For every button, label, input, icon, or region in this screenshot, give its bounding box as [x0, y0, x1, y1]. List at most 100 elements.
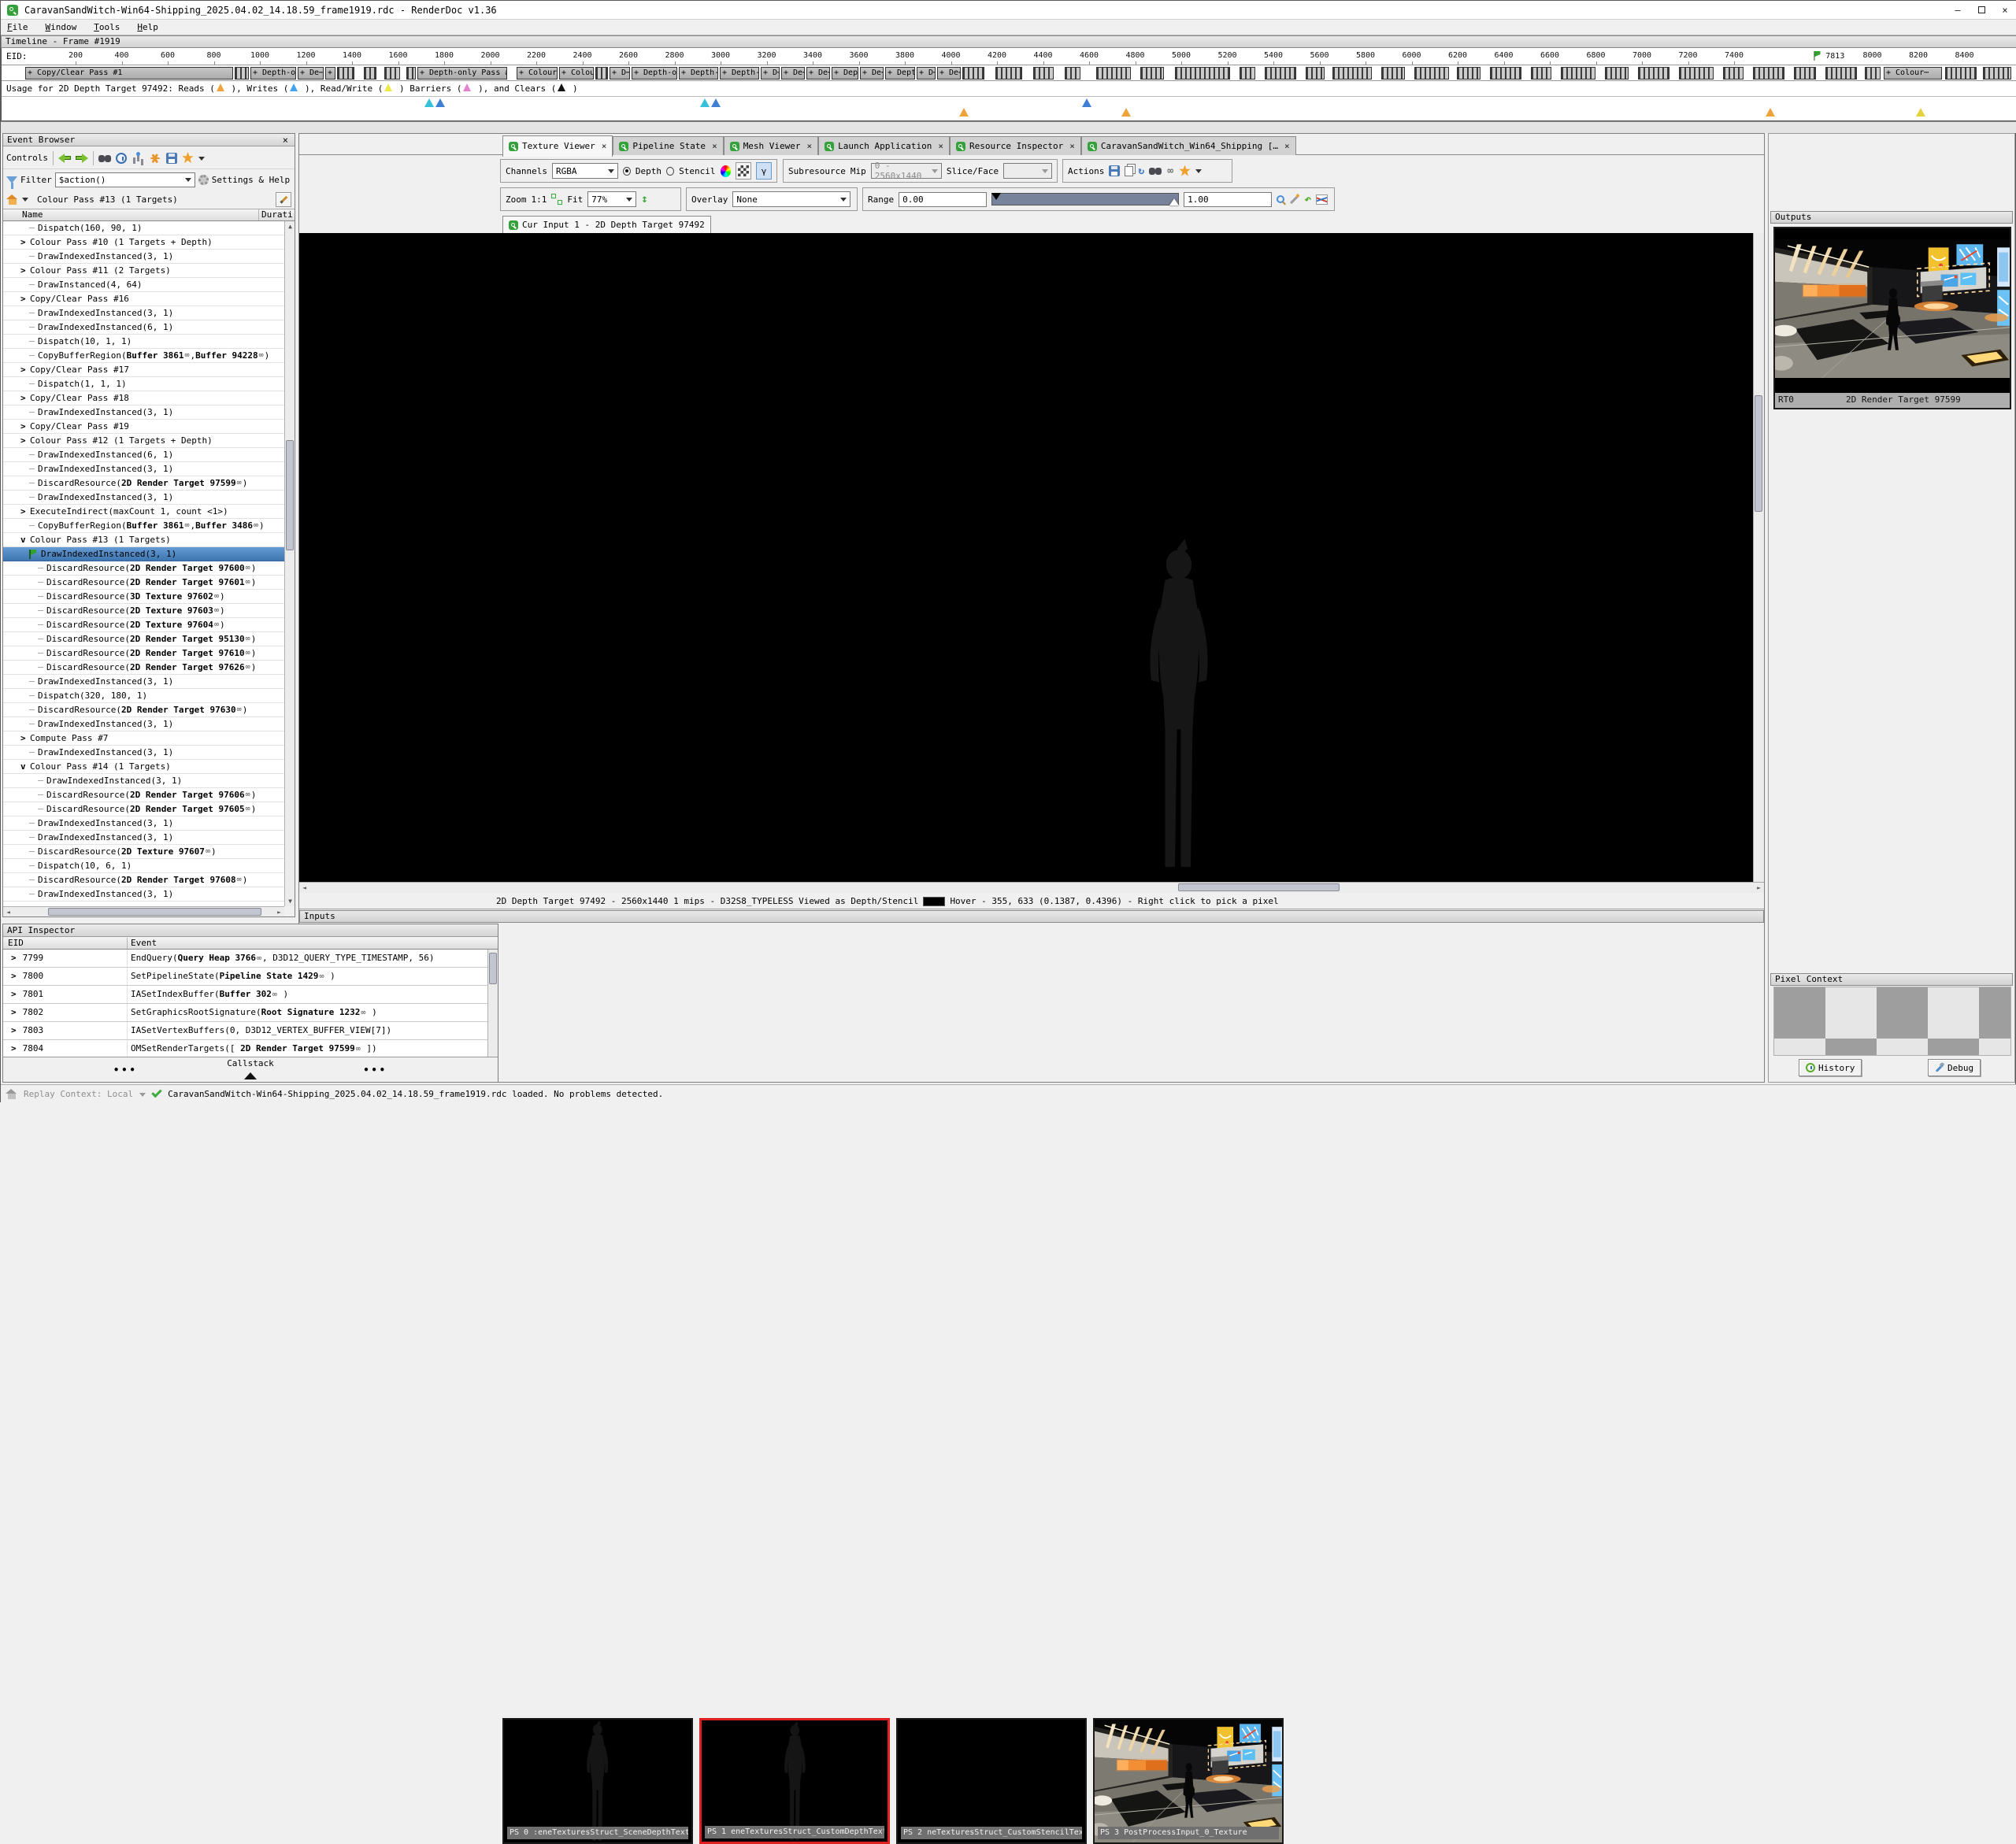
event-row[interactable]: DrawIndexedInstanced(3, 1) [3, 675, 284, 689]
timeline-draw-stripes[interactable] [406, 67, 416, 80]
input-thumbnail-ps2[interactable]: PS 2 neTexturesStruct_CustomStencilText [896, 1718, 1087, 1844]
event-row[interactable]: Dispatch(160, 90, 1) [3, 221, 284, 235]
api-row[interactable]: >7802SetGraphicsRootSignature(Root Signa… [3, 1004, 487, 1022]
replay-context-icon[interactable] [6, 1089, 17, 1099]
chevron-down-icon[interactable] [198, 157, 205, 164]
gamma-button[interactable]: γ [756, 162, 772, 180]
current-eid-flag[interactable]: 7813 [1814, 51, 1844, 61]
event-row[interactable]: >ExecuteIndirect(maxCount 1, count <1>) [3, 505, 284, 519]
event-row[interactable]: DiscardResource(2D Render Target 97601∞ … [3, 576, 284, 590]
timeline-draw-stripes[interactable] [962, 67, 984, 80]
timeline-pass-segment[interactable]: + De⋯ [937, 67, 961, 80]
timeline-pass-segment[interactable]: + De⋯ [860, 67, 884, 80]
close-icon[interactable]: × [807, 141, 813, 151]
tab-resource-inspector[interactable]: Resource Inspector× [950, 136, 1081, 155]
timeline-draw-stripes[interactable] [1175, 67, 1230, 80]
export-icon[interactable] [166, 153, 177, 164]
collapsed-chevron-icon[interactable]: > [11, 1007, 17, 1017]
timeline-pass-segment[interactable]: + De⋯ [298, 67, 324, 80]
prev-event-icon[interactable] [58, 154, 71, 163]
resource-name[interactable]: 2D Texture 97604 [130, 618, 213, 631]
timeline-ruler[interactable]: EID: 20040060080010001200140016001800200… [2, 48, 2016, 65]
event-list-vscrollbar[interactable]: ▲ ▼ [284, 221, 295, 906]
collapsed-chevron-icon[interactable]: > [20, 420, 30, 433]
close-icon[interactable]: × [938, 141, 943, 151]
resource-link-icon[interactable]: ∞ [183, 349, 190, 362]
collapsed-chevron-icon[interactable]: > [11, 971, 17, 981]
timeline-draw-stripes[interactable] [1306, 67, 1325, 80]
collapsed-chevron-icon[interactable]: > [20, 505, 30, 518]
home-icon[interactable] [6, 194, 18, 205]
resource-link-icon[interactable]: ∞ [272, 991, 278, 999]
event-row[interactable]: DiscardResource(2D Render Target 97630∞ … [3, 703, 284, 717]
timeline-pass-segment[interactable]: + D⋯ [761, 67, 780, 80]
timeline-draw-stripes[interactable] [1561, 67, 1595, 80]
resource-name[interactable]: 2D Render Target 97610 [130, 646, 245, 660]
api-eid-cell[interactable]: >7800 [3, 968, 128, 985]
event-row[interactable]: DiscardResource(2D Texture 97603∞ ) [3, 604, 284, 618]
scroll-right-icon[interactable]: ► [274, 907, 284, 917]
api-eid-cell[interactable]: >7801 [3, 986, 128, 1003]
event-row[interactable]: DrawIndexedInstanced(6, 1) [3, 320, 284, 335]
resource-link-icon[interactable]: ∞ [245, 632, 251, 646]
scroll-right-icon[interactable]: ► [1754, 883, 1764, 893]
timeline-pass-segment[interactable]: + Colour Pa⋯ [517, 67, 558, 80]
history-button[interactable]: History [1799, 1059, 1862, 1076]
breadcrumb[interactable]: Colour Pass #13 (1 Targets) [37, 194, 178, 205]
event-list-hscrollbar[interactable]: ◄ ► [3, 906, 284, 916]
reload-icon[interactable]: ↻ [1138, 165, 1144, 177]
bookmark-icon[interactable] [149, 152, 161, 165]
timeline-draw-stripes[interactable] [995, 67, 1022, 80]
event-row[interactable]: DrawIndexedInstanced(3, 1) [3, 717, 284, 731]
api-event-cell[interactable]: IASetIndexBuffer(Buffer 302∞ ) [128, 986, 288, 1003]
usage-marker-icon[interactable] [435, 98, 445, 107]
debug-button[interactable]: Debug [1928, 1059, 1981, 1076]
resource-name[interactable]: Buffer 94228 [195, 349, 258, 362]
resource-name[interactable]: 2D Render Target 97626 [130, 661, 245, 674]
tab-launch-application[interactable]: Launch Application× [818, 136, 950, 155]
resource-name[interactable]: Buffer 302 [220, 989, 272, 999]
resource-name[interactable]: Buffer 3861 [127, 349, 184, 362]
resource-link-icon[interactable]: ∞ [236, 873, 243, 887]
api-event-cell[interactable]: OMSetRenderTargets([ 2D Render Target 97… [128, 1040, 377, 1057]
zoom-range-icon[interactable] [1277, 195, 1284, 203]
resource-name[interactable]: 2D Render Target 95130 [130, 632, 245, 646]
collapsed-chevron-icon[interactable]: > [11, 989, 17, 999]
close-button[interactable]: × [1993, 1, 2016, 19]
expanded-chevron-icon[interactable]: v [20, 760, 30, 773]
histogram-icon[interactable] [1316, 194, 1328, 205]
event-row[interactable]: DrawIndexedInstanced(3, 1) [3, 306, 284, 320]
resource-name[interactable]: Pipeline State 1429 [220, 971, 319, 981]
collapsed-chevron-icon[interactable]: > [11, 1043, 17, 1053]
event-row[interactable]: DrawIndexedInstanced(6, 1) [3, 448, 284, 462]
resource-link-icon[interactable]: ∞ [253, 519, 259, 532]
range-max-input[interactable]: 1.00 [1184, 192, 1272, 207]
resource-link-icon[interactable]: ∞ [355, 1045, 361, 1053]
fit-icon[interactable] [551, 194, 562, 205]
scroll-up-icon[interactable]: ▲ [285, 221, 295, 231]
splitter-dots[interactable]: ••• [113, 1065, 138, 1076]
event-row[interactable]: >Colour Pass #10 (1 Targets + Depth) [3, 235, 284, 250]
api-row[interactable]: >7804OMSetRenderTargets([ 2D Render Targ… [3, 1040, 487, 1058]
resource-name[interactable]: 2D Render Target 97600 [130, 561, 245, 575]
menu-file[interactable]: File [7, 22, 28, 32]
timeline-pass-segment[interactable]: + D⋯ [610, 67, 630, 80]
event-row[interactable]: DiscardResource(2D Render Target 97600∞ … [3, 561, 284, 576]
vscroll-thumb[interactable] [286, 440, 294, 550]
event-browser-column-headers[interactable]: Name Durati [3, 209, 295, 221]
event-row[interactable]: >Colour Pass #11 (2 Targets) [3, 264, 284, 278]
event-row[interactable]: DrawInstanced(4, 64) [3, 278, 284, 292]
resource-link-icon[interactable]: ∞ [236, 703, 243, 716]
hscroll-thumb[interactable] [48, 908, 261, 916]
event-row[interactable]: DiscardResource(2D Render Target 97605∞ … [3, 802, 284, 816]
input-thumbnail-ps1[interactable]: PS 1 eneTexturesStruct_CustomDepthTextu [699, 1718, 890, 1844]
event-row[interactable]: >Copy/Clear Pass #18 [3, 391, 284, 405]
event-row[interactable]: >Compute Pass #7 [3, 731, 284, 746]
mip-dropdown[interactable]: 0 - 2560x1440 [871, 163, 942, 179]
overlay-dropdown[interactable]: None [732, 191, 850, 207]
timeline-draw-stripes[interactable] [1414, 67, 1449, 80]
event-row[interactable]: DrawIndexedInstanced(3, 1) [3, 547, 284, 561]
channels-dropdown[interactable]: RGBA [552, 163, 618, 179]
chevron-down-icon[interactable] [139, 1093, 146, 1100]
texture-canvas[interactable] [299, 233, 1755, 882]
